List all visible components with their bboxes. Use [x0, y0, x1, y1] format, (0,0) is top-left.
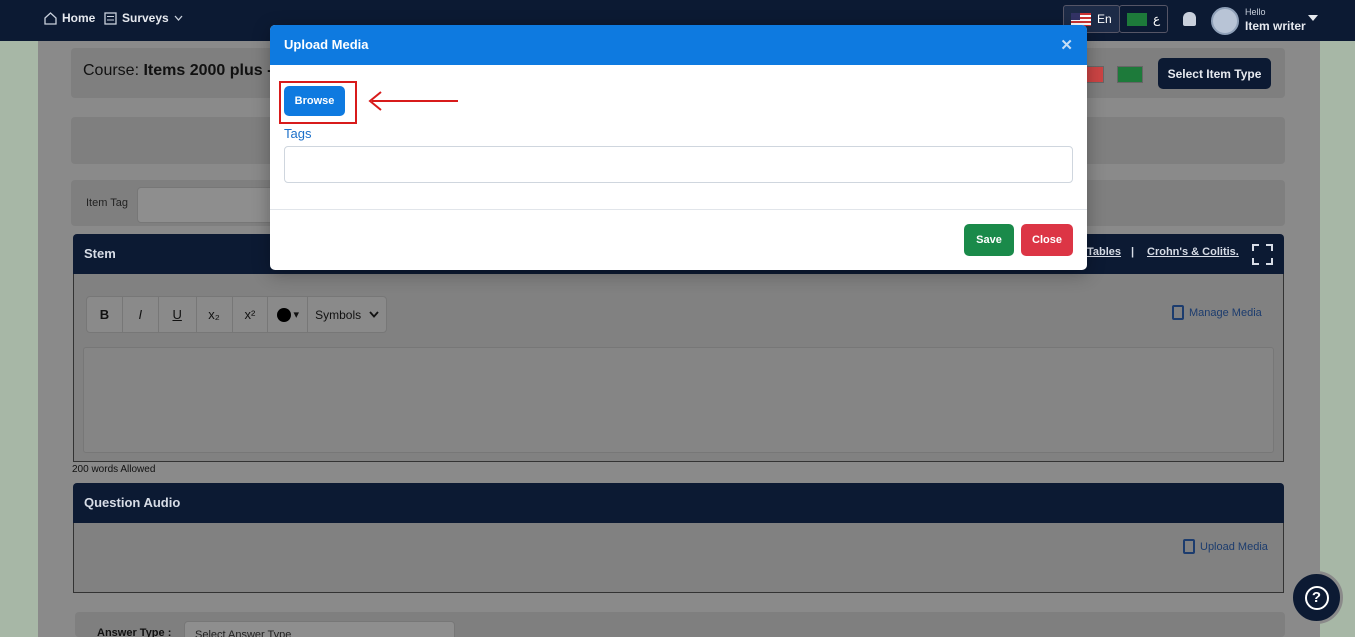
course-name: Items 2000 plus -	[143, 62, 273, 79]
language-en-label: En	[1097, 12, 1112, 26]
upload-media-link[interactable]: Upload Media	[1183, 539, 1268, 554]
home-icon	[44, 11, 57, 25]
manage-media-link[interactable]: Manage Media	[1172, 305, 1262, 320]
language-ar-label: ع	[1153, 12, 1161, 26]
text-color-button[interactable]: ▾	[268, 297, 309, 332]
color-caret-icon: ▾	[293, 309, 300, 321]
modal-title: Upload Media	[284, 37, 369, 52]
question-audio-header: Question Audio	[73, 483, 1284, 523]
file-add-icon	[1172, 305, 1184, 320]
flag-toggle-ar-icon[interactable]	[1117, 66, 1143, 83]
save-button[interactable]: Save	[964, 224, 1014, 256]
tags-input[interactable]	[284, 146, 1073, 183]
underline-button[interactable]: U	[159, 297, 197, 332]
tags-label: Tags	[284, 126, 312, 141]
bell-icon[interactable]	[1183, 12, 1196, 26]
nav-surveys-label: Surveys	[122, 11, 169, 25]
superscript-button[interactable]: x²	[233, 297, 269, 332]
avatar[interactable]	[1211, 7, 1239, 35]
symbols-label: Symbols	[315, 307, 362, 322]
user-name: Item writer	[1245, 19, 1306, 33]
browse-button[interactable]: Browse	[284, 86, 345, 116]
bold-button[interactable]: B	[87, 297, 123, 332]
course-title: Course: Items 2000 plus -	[83, 62, 272, 80]
upload-media-modal: Upload Media ✕ Browse Tags Save Close	[270, 25, 1087, 270]
italic-button[interactable]: I	[123, 297, 159, 332]
us-flag-icon	[1071, 12, 1091, 26]
crohns-colitis-link[interactable]: Crohn's & Colitis.	[1147, 246, 1239, 258]
question-audio-title: Question Audio	[84, 495, 181, 510]
close-icon[interactable]: ✕	[1060, 36, 1073, 54]
tables-link[interactable]: Tables	[1087, 246, 1121, 258]
nav-home-label: Home	[62, 11, 96, 25]
question-mark-icon: ?	[1304, 585, 1329, 610]
item-tag-label: Item Tag	[86, 197, 128, 209]
subscript-button[interactable]: x₂	[197, 297, 233, 332]
help-button[interactable]: ?	[1290, 571, 1343, 624]
answer-type-select[interactable]: Select Answer Type	[184, 621, 455, 637]
file-add-icon	[1183, 539, 1195, 554]
upload-media-label: Upload Media	[1200, 540, 1268, 553]
stem-title: Stem	[84, 246, 116, 261]
symbols-dropdown[interactable]: Symbols	[308, 297, 386, 332]
chevron-down-icon	[174, 15, 183, 21]
user-greeting: Hello	[1245, 7, 1266, 17]
color-swatch-icon	[276, 307, 291, 322]
fullscreen-icon[interactable]	[1252, 244, 1273, 265]
annotation-arrow-icon	[368, 91, 458, 111]
question-audio-body	[73, 523, 1284, 593]
course-prefix: Course:	[83, 62, 140, 79]
saudi-flag-icon	[1127, 12, 1147, 26]
user-menu-caret-icon[interactable]	[1308, 15, 1318, 21]
editor-toolbar: B I U x₂ x² ▾ Symbols	[86, 296, 387, 333]
manage-media-label: Manage Media	[1189, 306, 1262, 319]
survey-icon	[104, 11, 117, 25]
words-allowed-note: 200 words Allowed	[72, 464, 156, 475]
chevron-down-icon	[369, 311, 379, 318]
select-item-type-button[interactable]: Select Item Type	[1158, 58, 1271, 89]
modal-header: Upload Media ✕	[270, 25, 1087, 65]
nav-surveys[interactable]: Surveys	[104, 11, 183, 25]
language-ar-button[interactable]: ع	[1119, 5, 1169, 33]
modal-divider	[270, 209, 1087, 210]
link-separator: |	[1131, 246, 1135, 258]
close-button[interactable]: Close	[1021, 224, 1073, 256]
nav-home[interactable]: Home	[44, 11, 95, 25]
stem-editor-area[interactable]	[83, 347, 1274, 453]
answer-type-label: Answer Type :	[97, 627, 172, 637]
